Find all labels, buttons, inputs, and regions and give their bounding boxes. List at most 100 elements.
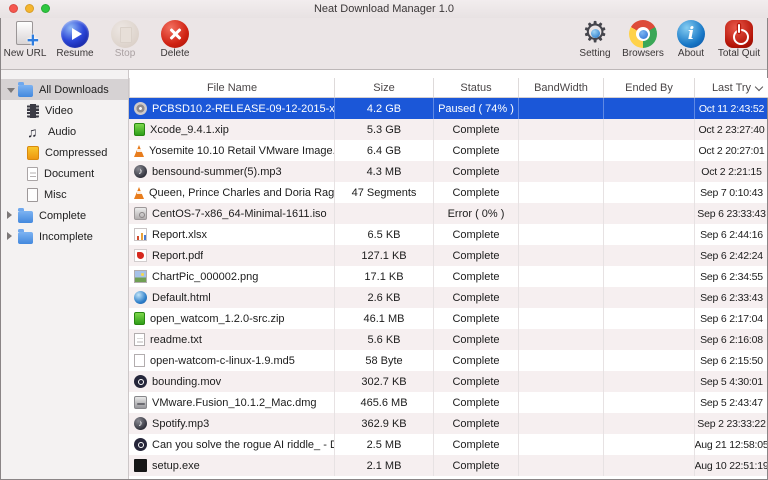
file-name: bensound-summer(5).mp3 <box>152 166 282 178</box>
bandwidth-cell <box>518 140 603 161</box>
zoom-window-button[interactable] <box>41 4 50 13</box>
toolbar-button-total-quit[interactable]: Total Quit <box>716 20 762 59</box>
table-row[interactable]: bounding.mov 302.7 KB Complete Sep 5 4:3… <box>129 371 768 392</box>
toolbar-button-delete[interactable]: Delete <box>152 20 198 59</box>
table-row[interactable]: readme.txt 5.6 KB Complete Sep 6 2:16:08 <box>129 329 768 350</box>
disclosure-triangle-icon[interactable] <box>7 210 18 222</box>
ended-by-cell <box>603 350 694 371</box>
bandwidth-cell <box>518 119 603 140</box>
last-try-cell: Oct 11 2:43:52 <box>694 98 768 119</box>
table-row[interactable]: Spotify.mp3 362.9 KB Complete Sep 2 23:3… <box>129 413 768 434</box>
toolbar-button-label: About <box>678 48 704 59</box>
table-row[interactable]: open-watcom-c-linux-1.9.md5 58 Byte Comp… <box>129 350 768 371</box>
green-archive-icon <box>134 312 145 325</box>
sidebar-item-incomplete[interactable]: Incomplete <box>0 226 128 247</box>
audio-icon <box>27 126 42 138</box>
new-url-icon <box>11 20 39 48</box>
column-header[interactable]: Status <box>433 78 518 97</box>
column-header[interactable]: BandWidth <box>518 78 603 97</box>
status-cell: Complete <box>433 434 518 455</box>
sidebar-item-label: Video <box>45 105 73 117</box>
last-try-cell: Sep 6 2:44:16 <box>694 224 768 245</box>
toolbar-button-browsers[interactable]: Browsers <box>620 20 666 59</box>
status-cell: Complete <box>433 287 518 308</box>
size-cell: 2.6 KB <box>334 287 433 308</box>
file-name: open-watcom-c-linux-1.9.md5 <box>150 355 295 367</box>
table-row[interactable]: Can you solve the rogue AI riddle_ - Dan… <box>129 434 768 455</box>
bandwidth-cell <box>518 308 603 329</box>
table-row[interactable]: Report.xlsx 6.5 KB Complete Sep 6 2:44:1… <box>129 224 768 245</box>
sidebar-item-all-downloads[interactable]: All Downloads <box>0 79 128 100</box>
globe-icon <box>134 291 147 304</box>
cone-icon <box>134 145 144 157</box>
status-cell: Complete <box>433 413 518 434</box>
last-try-cell: Aug 10 22:51:19 <box>694 455 768 476</box>
bandwidth-cell <box>518 413 603 434</box>
file-name: Report.xlsx <box>152 229 207 241</box>
column-header-label: Ended By <box>625 82 673 94</box>
table-row[interactable]: CentOS-7-x86_64-Minimal-1611.iso Error (… <box>129 203 768 224</box>
cone-icon <box>134 187 144 199</box>
toolbar-right-group: Setting Browsers About Total Quit <box>572 20 762 59</box>
table-row[interactable]: Queen, Prince Charles and Doria Ragland … <box>129 182 768 203</box>
bandwidth-cell <box>518 329 603 350</box>
column-header[interactable]: File Name <box>129 78 334 97</box>
file-name-cell: Report.pdf <box>129 245 334 266</box>
iso-icon <box>134 207 147 220</box>
table-row[interactable]: setup.exe 2.1 MB Complete Aug 10 22:51:1… <box>129 455 768 476</box>
sidebar-item-complete[interactable]: Complete <box>0 205 128 226</box>
column-header[interactable]: Size <box>334 78 433 97</box>
toolbar-button-setting[interactable]: Setting <box>572 20 618 59</box>
table-row[interactable]: Yosemite 10.10 Retail VMware Image.rar 6… <box>129 140 768 161</box>
sidebar-item-audio[interactable]: Audio <box>0 121 128 142</box>
toolbar-left-group: New URL Resume Stop Delete <box>2 20 198 59</box>
disclosure-triangle-icon[interactable] <box>7 231 18 243</box>
last-try-cell: Sep 7 0:10:43 <box>694 182 768 203</box>
table-header: File Name Size Status BandWidth Ended By… <box>129 78 768 98</box>
sidebar-item-video[interactable]: Video <box>0 100 128 121</box>
file-name: bounding.mov <box>152 376 221 388</box>
table-row[interactable]: Xcode_9.4.1.xip 5.3 GB Complete Oct 2 23… <box>129 119 768 140</box>
toolbar-button-about[interactable]: About <box>668 20 714 59</box>
sidebar-item-label: Complete <box>39 210 86 222</box>
table-row[interactable]: Report.pdf 127.1 KB Complete Sep 6 2:42:… <box>129 245 768 266</box>
plain-file-icon <box>134 354 145 367</box>
bandwidth-cell <box>518 350 603 371</box>
minimize-window-button[interactable] <box>25 4 34 13</box>
sidebar-item-compressed[interactable]: Compressed <box>0 142 128 163</box>
quicktime-icon <box>134 438 147 451</box>
toolbar-button-label: Setting <box>579 48 610 59</box>
table-row[interactable]: bensound-summer(5).mp3 4.3 MB Complete O… <box>129 161 768 182</box>
table-row[interactable]: PCBSD10.2-RELEASE-09-12-2015-x64-DV 4.2 … <box>129 98 768 119</box>
sidebar-item-document[interactable]: Document <box>0 163 128 184</box>
toolbar-button-stop[interactable]: Stop <box>102 20 148 59</box>
about-icon <box>677 20 705 48</box>
file-name-cell: Report.xlsx <box>129 224 334 245</box>
ended-by-cell <box>603 434 694 455</box>
table-row[interactable]: VMware.Fusion_10.1.2_Mac.dmg 465.6 MB Co… <box>129 392 768 413</box>
last-try-cell: Sep 6 2:42:24 <box>694 245 768 266</box>
table-row[interactable]: open_watcom_1.2.0-src.zip 46.1 MB Comple… <box>129 308 768 329</box>
file-name: CentOS-7-x86_64-Minimal-1611.iso <box>152 208 327 220</box>
table-row[interactable]: ChartPic_000002.png 17.1 KB Complete Sep… <box>129 266 768 287</box>
file-name-cell: setup.exe <box>129 455 334 476</box>
file-name-cell: PCBSD10.2-RELEASE-09-12-2015-x64-DV <box>129 98 334 119</box>
toolbar-button-new-url[interactable]: New URL <box>2 20 48 59</box>
ended-by-cell <box>603 413 694 434</box>
quicktime-icon <box>134 375 147 388</box>
size-cell: 47 Segments <box>334 182 433 203</box>
bandwidth-cell <box>518 182 603 203</box>
disclosure-triangle-icon[interactable] <box>7 84 18 96</box>
size-cell: 17.1 KB <box>334 266 433 287</box>
column-header[interactable]: Ended By <box>603 78 694 97</box>
sidebar-item-misc[interactable]: Misc <box>0 184 128 205</box>
last-try-cell: Sep 2 23:33:22 <box>694 413 768 434</box>
table-row[interactable]: Default.html 2.6 KB Complete Sep 6 2:33:… <box>129 287 768 308</box>
toolbar-button-resume[interactable]: Resume <box>52 20 98 59</box>
close-window-button[interactable] <box>9 4 18 13</box>
chart-icon <box>134 228 147 241</box>
sidebar-item-label: All Downloads <box>39 84 109 96</box>
total-quit-icon <box>725 20 753 48</box>
size-cell: 58 Byte <box>334 350 433 371</box>
file-name: Report.pdf <box>152 250 203 262</box>
